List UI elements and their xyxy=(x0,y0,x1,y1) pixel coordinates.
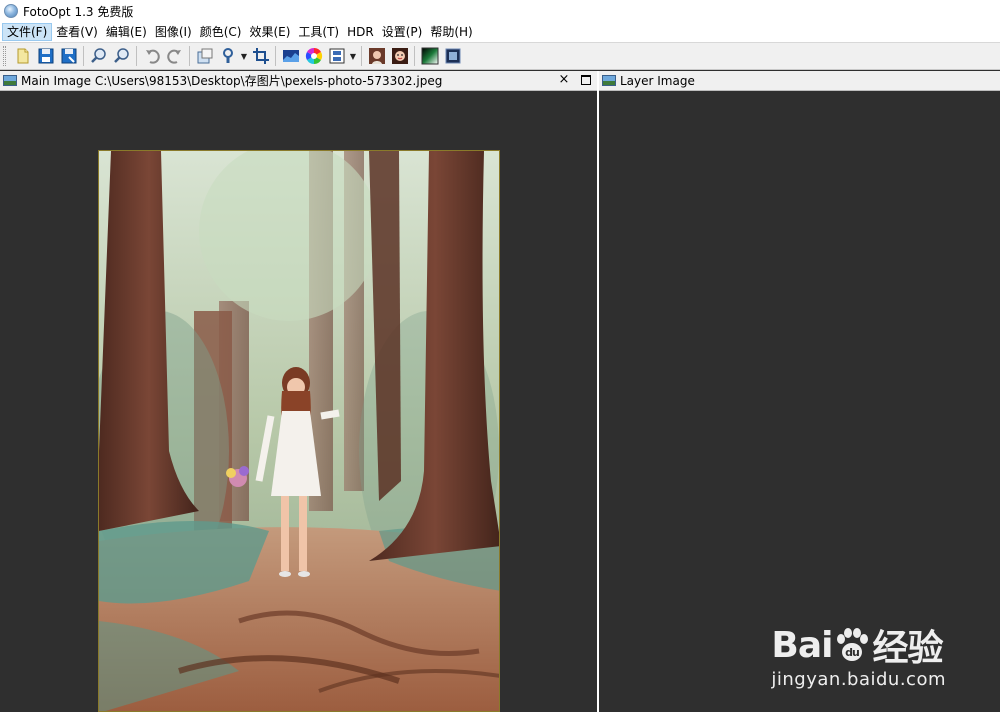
gradient-icon xyxy=(421,47,438,65)
title-bar: FotoOpt 1.3 免费版 xyxy=(0,0,1000,22)
toolbar: ▼ ▼ xyxy=(0,42,1000,70)
undo-icon xyxy=(145,49,160,64)
gradient-button[interactable] xyxy=(418,45,441,68)
zoom-out-icon xyxy=(113,48,129,63)
paw-logo-icon: du xyxy=(837,628,869,661)
zoom-out-button[interactable] xyxy=(110,45,133,68)
brush-dropdown-arrow[interactable]: ▼ xyxy=(239,45,249,68)
menu-bar: 文件(F) 查看(V) 编辑(E) 图像(I) 颜色(C) 效果(E) 工具(T… xyxy=(0,22,1000,42)
save-button[interactable] xyxy=(34,45,57,68)
toolbar-separator xyxy=(83,46,84,66)
app-logo-icon xyxy=(4,4,18,18)
watermark-brand: Bai du 经验 xyxy=(771,619,946,671)
redo-button[interactable] xyxy=(163,45,186,68)
portrait-icon xyxy=(368,48,385,64)
resize-button[interactable] xyxy=(193,45,216,68)
face-button[interactable] xyxy=(388,45,411,68)
film-button[interactable] xyxy=(325,45,348,68)
frame-button[interactable] xyxy=(441,45,464,68)
layer-image-title: Layer Image xyxy=(620,73,695,88)
levels-button[interactable] xyxy=(279,45,302,68)
toolbar-separator xyxy=(189,46,190,66)
open-button[interactable] xyxy=(11,45,34,68)
menu-color[interactable]: 颜色(C) xyxy=(196,23,246,41)
crop-button[interactable] xyxy=(249,45,272,68)
window-title: FotoOpt 1.3 免费版 xyxy=(23,4,134,19)
undo-button[interactable] xyxy=(140,45,163,68)
frame-icon xyxy=(445,48,460,64)
menu-hdr[interactable]: HDR xyxy=(343,23,378,41)
watermark-brand-suffix: 经验 xyxy=(872,628,943,669)
toolbar-grip[interactable] xyxy=(3,46,6,66)
color-wheel-button[interactable] xyxy=(302,45,325,68)
save-icon xyxy=(38,48,53,64)
main-image-canvas[interactable] xyxy=(0,92,597,712)
resize-icon xyxy=(197,48,212,64)
menu-help[interactable]: 帮助(H) xyxy=(426,23,476,41)
film-icon xyxy=(329,48,344,64)
color-wheel-icon xyxy=(305,47,322,65)
save-as-button[interactable] xyxy=(57,45,80,68)
menu-file[interactable]: 文件(F) xyxy=(2,23,53,41)
toolbar-separator xyxy=(136,46,137,66)
brush-button[interactable] xyxy=(216,45,239,68)
baidu-watermark: Bai du 经验 jingyan.baidu.com xyxy=(771,619,946,691)
menu-effects[interactable]: 效果(E) xyxy=(245,23,294,41)
image-icon xyxy=(602,75,616,86)
watermark-brand-prefix: Bai xyxy=(771,624,833,666)
menu-view[interactable]: 查看(V) xyxy=(52,23,102,41)
watermark-url: jingyan.baidu.com xyxy=(771,669,946,690)
menu-settings[interactable]: 设置(P) xyxy=(378,23,427,41)
toolbar-separator xyxy=(275,46,276,66)
save-as-icon xyxy=(61,48,76,64)
svg-text:du: du xyxy=(846,646,860,659)
main-image-title: Main Image C:\Users\98153\Desktop\存图片\pe… xyxy=(21,74,443,88)
zoom-in-button[interactable] xyxy=(87,45,110,68)
face-icon xyxy=(391,48,408,64)
film-dropdown-arrow[interactable]: ▼ xyxy=(348,45,358,68)
menu-edit[interactable]: 编辑(E) xyxy=(102,23,151,41)
brush-icon xyxy=(222,48,233,63)
zoom-in-icon xyxy=(90,48,106,63)
portrait-button[interactable] xyxy=(365,45,388,68)
open-icon xyxy=(17,48,28,64)
menu-tools[interactable]: 工具(T) xyxy=(294,23,343,41)
toolbar-separator xyxy=(414,46,415,66)
forest-photo xyxy=(98,150,500,712)
crop-icon xyxy=(252,48,269,64)
layer-image-pane-header: Layer Image xyxy=(599,71,1000,91)
forest-scene-image xyxy=(99,151,499,711)
main-pane-maximize-button[interactable] xyxy=(581,75,591,85)
image-icon xyxy=(3,75,17,86)
toolbar-separator xyxy=(361,46,362,66)
levels-icon xyxy=(282,50,299,62)
redo-icon xyxy=(166,49,181,64)
main-image-pane-header: Main Image C:\Users\98153\Desktop\存图片\pe… xyxy=(0,71,597,91)
main-pane-close-button[interactable]: × xyxy=(557,72,571,87)
menu-image[interactable]: 图像(I) xyxy=(151,23,196,41)
